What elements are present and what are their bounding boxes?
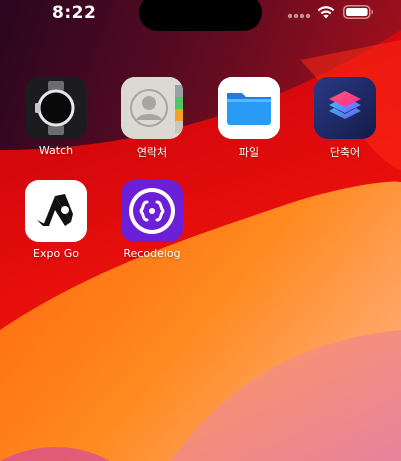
app-label-expo-go: Expo Go	[33, 247, 79, 260]
app-shortcuts[interactable]: 단축어	[305, 77, 385, 160]
signal-dots-icon	[287, 13, 311, 19]
app-label-recodelog: Recodelog	[123, 247, 181, 260]
app-files[interactable]: 파일	[209, 77, 289, 160]
watch-icon	[25, 77, 87, 139]
wifi-icon	[317, 6, 335, 19]
contacts-icon	[121, 77, 183, 139]
shortcuts-icon	[314, 77, 376, 139]
status-time: 8:22	[52, 3, 97, 23]
app-expo-go[interactable]: Expo Go	[16, 180, 96, 260]
battery-icon	[343, 5, 373, 19]
expo-go-icon	[25, 180, 87, 242]
files-folder-icon	[218, 77, 280, 139]
app-label-shortcuts: 단축어	[329, 146, 361, 159]
app-label-contacts: 연락처	[136, 146, 168, 159]
app-recodelog[interactable]: Recodelog	[112, 180, 192, 260]
app-label-watch: Watch	[38, 144, 74, 157]
app-label-files: 파일	[238, 146, 260, 159]
recodelog-icon	[121, 180, 183, 242]
dynamic-island	[139, 0, 262, 31]
status-bar: 8:22	[0, 0, 401, 34]
app-contacts[interactable]: 연락처	[112, 77, 192, 160]
app-watch[interactable]: Watch	[16, 77, 96, 157]
